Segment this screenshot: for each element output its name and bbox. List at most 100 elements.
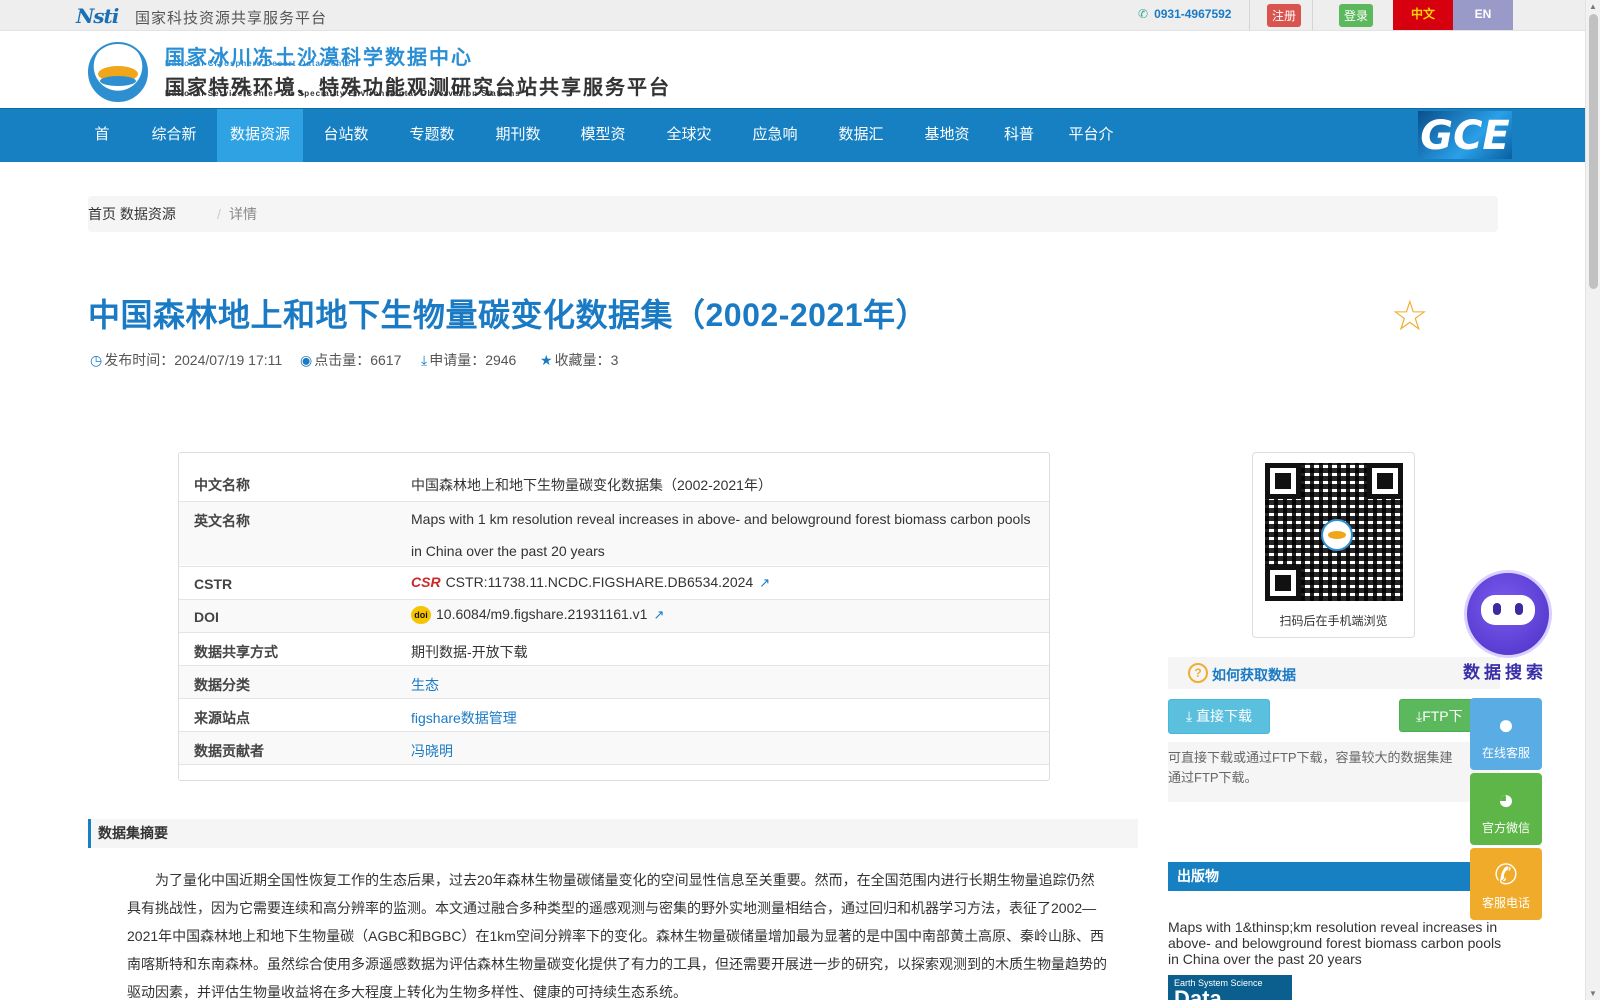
site-header: 国家冰川冻土沙漠科学数据中心 National Cryosphere Deser…: [0, 31, 1585, 108]
publish-label: 发布时间：: [104, 352, 175, 368]
table-row: 数据贡献者 冯晓明: [179, 731, 1049, 764]
download-icon: ⤓: [1185, 708, 1197, 724]
register-button[interactable]: 注册: [1267, 4, 1302, 27]
login-button[interactable]: 登录: [1339, 4, 1374, 27]
views-value: 6617: [370, 352, 402, 368]
nav-platform-intro[interactable]: 平台介绍: [1062, 109, 1120, 195]
journal-cover-title: Data: [1174, 986, 1222, 1001]
publish-time: ◷ 发布时间：2024/07/19 17:11: [90, 350, 282, 370]
doi-id: 10.6084/m9.figshare.21931161.v1: [436, 606, 648, 622]
dataset-title: 中国森林地上和地下生物量碳变化数据集（2002-2021年）: [88, 297, 929, 333]
scroll-up-arrow-icon[interactable]: ▲: [1589, 2, 1597, 11]
request-count: ⤓ 申请量：2946: [421, 350, 516, 370]
nav-data-submission[interactable]: 数据汇交: [832, 109, 890, 195]
nav-news[interactable]: 综合新闻: [145, 109, 203, 195]
cstr-label: CSTR: [194, 576, 233, 592]
external-link-icon[interactable]: ↗: [653, 607, 664, 622]
share-mode-value: 期刊数据-开放下载: [411, 644, 528, 660]
clock-icon: ◷: [90, 352, 103, 368]
favorite-star-icon[interactable]: ☆: [1391, 295, 1429, 337]
online-service-label: 在线客服: [1481, 746, 1530, 760]
online-service-button[interactable]: ● 在线客服: [1470, 698, 1542, 770]
wechat-label: 官方微信: [1481, 821, 1530, 835]
breadcrumb-current: 详情: [229, 206, 257, 222]
cn-name-label: 中文名称: [194, 477, 250, 493]
en-name-label: 英文名称: [194, 513, 250, 529]
favorites-value: 3: [610, 352, 619, 368]
eye-icon: ◉: [300, 352, 313, 368]
cstr-id: CSTR:11738.11.NCDC.FIGSHARE.DB6534.2024: [445, 574, 754, 590]
lang-chinese-button[interactable]: 中文: [1393, 0, 1453, 30]
doi-logo-icon: doi: [411, 606, 431, 625]
abstract-heading: 数据集摘要: [88, 819, 1138, 848]
how-to-get-data-link[interactable]: 如何获取数据: [1212, 665, 1296, 685]
direct-download-button[interactable]: ⤓ 直接下载: [1168, 699, 1270, 734]
download-label: 直接下载: [1196, 708, 1253, 724]
phone-icon: ✆: [1138, 7, 1149, 21]
top-utility-bar: Nsti 国家科技资源共享服务平台 ✆ 0931-4967592 注册 登录 中文…: [0, 0, 1585, 31]
publication-link[interactable]: Maps with 1&thinsp;km resolution reveal …: [1168, 919, 1508, 967]
nav-data-resources[interactable]: 数据资源: [217, 109, 303, 162]
en-name-value-line1: Maps with 1 km resolution reveal increas…: [411, 511, 1031, 527]
requests-label: 申请量：: [429, 352, 486, 368]
service-phone-label: 客服电话: [1481, 896, 1530, 910]
cstr-value: CSR CSTR:11738.11.NCDC.FIGSHARE.DB6534.20…: [411, 574, 770, 591]
platform-name-en: National Service Center for Speciality E…: [165, 89, 521, 98]
qr-code: [1265, 463, 1403, 601]
nav-thematic-data[interactable]: 专题数据: [403, 109, 461, 195]
table-row: DOI doi 10.6084/m9.figshare.21931161.v1 ↗: [179, 599, 1049, 632]
breadcrumb-separator: /: [217, 206, 221, 222]
table-row: 数据分类 生态: [179, 665, 1049, 698]
breadcrumb: 首页 / 数据资源 / 详情: [88, 196, 1498, 232]
scroll-down-arrow-icon[interactable]: ▼: [1589, 989, 1597, 998]
nav-science-popularization[interactable]: 科普: [1004, 109, 1034, 162]
gce-logo[interactable]: GCE: [1418, 111, 1512, 159]
external-link-icon[interactable]: ↗: [759, 575, 770, 590]
nsti-logo[interactable]: Nsti: [76, 4, 119, 28]
star-icon: ★: [540, 352, 553, 368]
nav-journal-data[interactable]: 期刊数据: [489, 109, 547, 195]
qr-code-panel: 扫码后在手机端浏览: [1252, 452, 1415, 638]
robot-icon: [1464, 570, 1552, 658]
scrollbar-thumb[interactable]: [1589, 14, 1598, 289]
breadcrumb-data-resources[interactable]: 数据资源: [120, 206, 176, 222]
platform-title[interactable]: 国家科技资源共享服务平台: [135, 7, 327, 28]
nav-base-resources[interactable]: 基地资源: [918, 109, 976, 195]
source-label: 来源站点: [194, 710, 250, 726]
table-row: 英文名称 Maps with 1 km resolution reveal in…: [179, 501, 1049, 565]
doi-label: DOI: [194, 609, 219, 625]
data-search-robot-widget[interactable]: 数据搜索: [1450, 568, 1560, 682]
breadcrumb-home[interactable]: 首页: [88, 206, 116, 222]
nav-home[interactable]: 首页: [88, 109, 116, 195]
nav-model-resources[interactable]: 模型资源: [574, 109, 632, 195]
table-row: 来源站点 figshare数据管理: [179, 698, 1049, 731]
journal-cover[interactable]: Earth System Science Data: [1168, 975, 1292, 1000]
service-phone-button[interactable]: ✆ 客服电话: [1470, 848, 1542, 920]
table-row: CSTR CSR CSTR:11738.11.NCDC.FIGSHARE.DB65…: [179, 566, 1049, 599]
category-link[interactable]: 生态: [411, 675, 439, 695]
nav-station-data[interactable]: 台站数据: [317, 109, 375, 195]
en-name-value-line2: in China over the past 20 years: [411, 543, 605, 559]
divider: [1312, 0, 1313, 30]
source-link[interactable]: figshare数据管理: [411, 708, 517, 728]
center-name-en: National Cryosphere Desert Data Center: [165, 59, 356, 68]
data-search-label: 数据搜索: [1463, 663, 1547, 682]
cstr-logo-icon: CSR: [411, 574, 441, 590]
qr-center-logo-icon: [1321, 519, 1353, 551]
cn-name-value: 中国森林地上和地下生物量碳变化数据集（2002-2021年）: [411, 477, 772, 493]
divider: [1249, 0, 1250, 30]
nav-global-disasters[interactable]: 全球灾害: [660, 109, 718, 195]
requests-value: 2946: [485, 352, 517, 368]
nav-emergency-response[interactable]: 应急响应: [746, 109, 804, 195]
download-note: 可直接下载或通过FTP下载，容量较大的数据集建 通过FTP下载。: [1168, 742, 1500, 802]
lang-english-button[interactable]: EN: [1453, 0, 1513, 30]
center-emblem-logo[interactable]: [88, 42, 148, 102]
download-note-line2: 通过FTP下载。: [1168, 770, 1258, 785]
contributor-label: 数据贡献者: [194, 743, 264, 759]
page-scrollbar[interactable]: ▲ ▼: [1585, 0, 1600, 1000]
publications-heading: 出版物: [1168, 862, 1500, 891]
share-mode-label: 数据共享方式: [194, 644, 278, 660]
contributor-link[interactable]: 冯晓明: [411, 741, 453, 761]
wechat-button[interactable]: ◕ 官方微信: [1470, 773, 1542, 845]
breadcrumb-separator: /: [139, 206, 143, 222]
